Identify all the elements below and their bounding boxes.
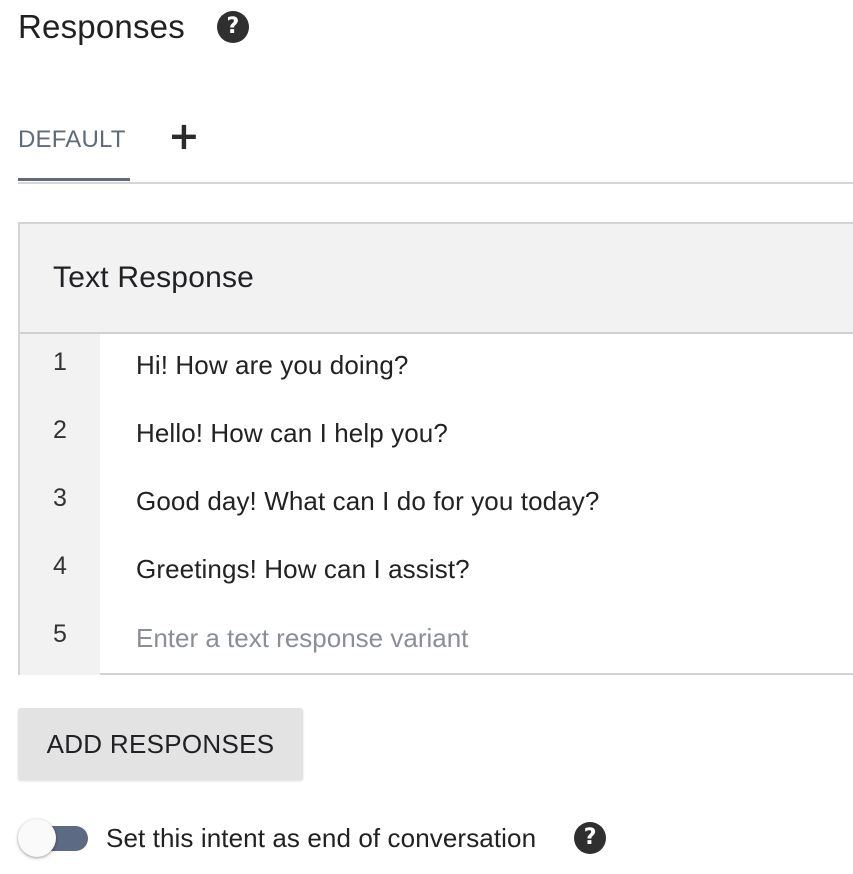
response-text[interactable]: Greetings! How can I assist? [136, 554, 470, 585]
list-item[interactable]: 3 Good day! What can I do for you today? [20, 470, 853, 538]
page-title: Responses [18, 8, 185, 45]
list-item[interactable]: 1 Hi! How are you doing? [20, 334, 853, 402]
help-circle-icon[interactable]: ? [216, 11, 249, 43]
list-item[interactable]: 4 Greetings! How can I assist? [20, 538, 853, 606]
text-response-header: Text Response [20, 224, 853, 334]
help-circle-icon[interactable]: ? [574, 822, 607, 854]
response-list: 1 Hi! How are you doing? 2 Hello! How ca… [20, 334, 853, 675]
responses-header: Responses ? [18, 8, 249, 46]
response-tabs: DEFAULT + [18, 110, 853, 184]
response-text[interactable]: Hi! How are you doing? [136, 350, 408, 381]
add-responses-button[interactable]: ADD RESPONSES [18, 708, 303, 780]
end-conversation-row: Set this intent as end of conversation ? [18, 812, 607, 864]
toggle-thumb [18, 819, 56, 857]
row-number: 3 [53, 484, 67, 512]
row-number: 4 [53, 552, 67, 580]
new-response-row: 5 [20, 606, 853, 674]
response-text[interactable]: Hello! How can I help you? [136, 418, 448, 449]
responses-section: Responses ? DEFAULT + Text Response 1 Hi… [0, 0, 853, 874]
end-conversation-label: Set this intent as end of conversation [106, 822, 537, 853]
row-number: 2 [53, 416, 67, 444]
end-conversation-toggle[interactable] [18, 818, 90, 858]
response-text[interactable]: Good day! What can I do for you today? [136, 486, 599, 517]
text-response-title: Text Response [53, 261, 255, 294]
tab-default[interactable]: DEFAULT [18, 126, 130, 181]
list-item[interactable]: 2 Hello! How can I help you? [20, 402, 853, 470]
new-response-input[interactable] [136, 616, 836, 660]
row-number: 1 [53, 348, 67, 376]
plus-icon[interactable]: + [168, 116, 200, 156]
text-response-card: Text Response 1 Hi! How are you doing? 2… [18, 222, 853, 675]
row-number: 5 [53, 620, 67, 648]
